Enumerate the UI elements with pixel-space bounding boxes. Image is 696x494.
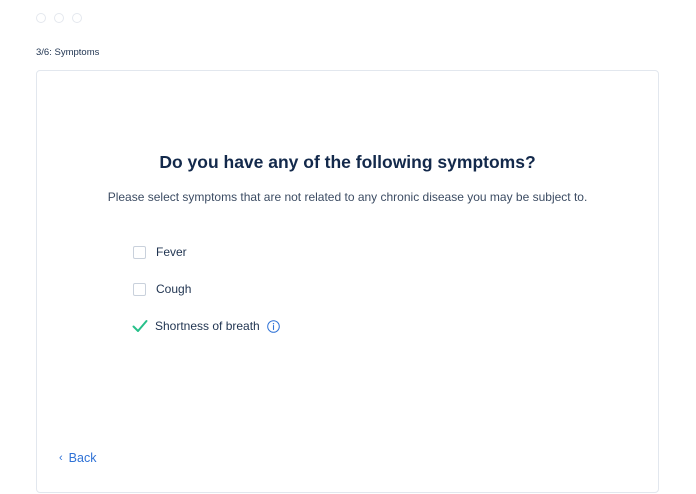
option-shortness-of-breath[interactable]: Shortness of breath	[132, 317, 280, 335]
window-dot-close[interactable]	[36, 13, 46, 23]
window-controls	[36, 13, 82, 23]
chevron-left-icon: ‹	[59, 452, 63, 464]
back-button[interactable]: ‹ Back	[59, 451, 96, 465]
symptoms-card: Do you have any of the following symptom…	[36, 70, 659, 493]
question-title: Do you have any of the following symptom…	[159, 152, 536, 172]
window-dot-minimize[interactable]	[54, 13, 64, 23]
checkmark-icon[interactable]	[132, 319, 148, 333]
option-fever[interactable]: Fever	[133, 243, 280, 261]
option-cough[interactable]: Cough	[133, 280, 280, 298]
step-indicator: 3/6: Symptoms	[36, 47, 100, 58]
fever-checkbox[interactable]	[133, 245, 146, 259]
question-subtitle: Please select symptoms that are not rela…	[107, 190, 588, 204]
symptom-options: Fever Cough Shortness of breath	[132, 243, 280, 354]
option-label: Fever	[156, 245, 187, 259]
option-label: Shortness of breath	[155, 319, 260, 333]
cough-checkbox[interactable]	[133, 282, 146, 296]
option-label: Cough	[156, 282, 192, 296]
window-dot-maximize[interactable]	[72, 13, 82, 23]
info-icon[interactable]	[266, 319, 280, 333]
back-label: Back	[68, 451, 97, 465]
